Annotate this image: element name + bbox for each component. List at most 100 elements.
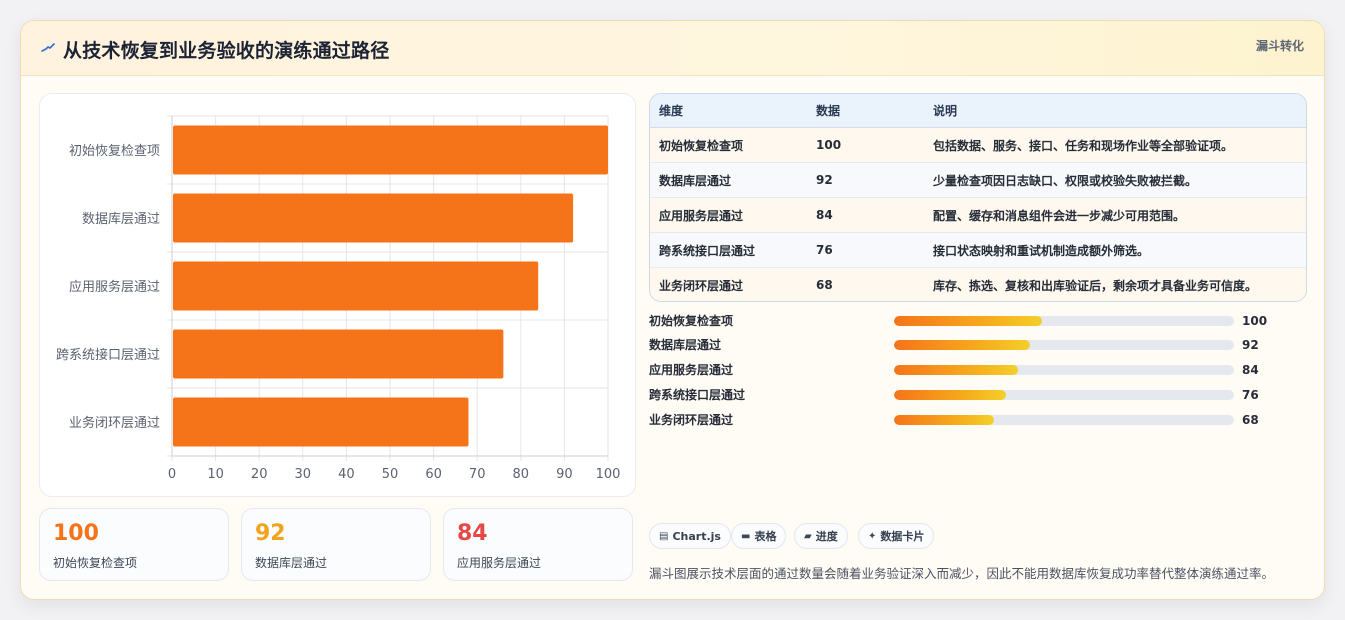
cell-dimension: 跨系统接口层通过: [650, 232, 807, 268]
progress-value: 76: [1242, 388, 1259, 402]
progress-label: 业务闭环层通过: [649, 413, 734, 427]
bar: [173, 261, 539, 311]
cell-description: 配置、缓存和消息组件会进一步减少可用范围。: [924, 197, 1306, 233]
bar: [173, 125, 608, 175]
table-row: 业务闭环层通过 68 库存、拣选、复核和出库验证后，剩余项才具备业务可信度。: [650, 267, 1306, 301]
y-tick-label: 初始恢复检查项: [69, 144, 160, 159]
column-header-dimension: 维度: [650, 94, 807, 128]
stat-value: 92: [255, 521, 286, 546]
chip-label: Chart.js: [672, 529, 721, 543]
page-title: 从技术恢复到业务验收的演练通过路径: [63, 40, 390, 62]
progress-track: [894, 340, 1234, 350]
stat-value: 100: [53, 521, 99, 546]
bar-chart: 初始恢复检查项数据库层通过应用服务层通过跨系统接口层通过业务闭环层通过 0 10 20…: [56, 115, 621, 482]
chip-label: 表格: [754, 530, 777, 543]
progress-row: 业务闭环层通过 68: [649, 411, 1305, 429]
progress-label: 跨系统接口层通过: [649, 388, 746, 402]
cell-dimension: 业务闭环层通过: [650, 267, 807, 301]
progress-value: 100: [1242, 314, 1268, 328]
cell-description: 包括数据、服务、接口、任务和现场作业等全部验证项。: [924, 127, 1306, 163]
stat-card-initial: 100 初始恢复检查项: [39, 508, 229, 581]
progress-row: 数据库层通过 92: [649, 336, 1305, 354]
y-tick-label: 跨系统接口层通过: [56, 347, 160, 363]
stat-label: 初始恢复检查项: [53, 556, 138, 570]
cell-dimension: 数据库层通过: [650, 162, 807, 198]
stat-label: 应用服务层通过: [457, 556, 542, 570]
progress-row: 应用服务层通过 84: [649, 361, 1305, 379]
x-tick-label: 10: [207, 467, 224, 482]
cell-description: 少量检查项因日志缺口、权限或校验失败被拦截。: [924, 162, 1306, 198]
progress-label: 数据库层通过: [649, 338, 722, 352]
x-tick-label: 60: [425, 467, 442, 482]
chip-progress[interactable]: ▰ 进度: [794, 523, 848, 549]
cell-value: 92: [807, 162, 924, 198]
chip-label: 数据卡片: [880, 530, 925, 543]
y-tick-label: 应用服务层通过: [69, 279, 160, 295]
column-header-description: 说明: [924, 94, 1306, 128]
progress-track: [894, 415, 1234, 425]
footnote: 漏斗图展示技术层面的通过数量会随着业务验证深入而减少，因此不能用数据库恢复成功率…: [649, 566, 1275, 581]
progress-label: 应用服务层通过: [649, 363, 734, 377]
bar: [173, 193, 574, 243]
table-row: 数据库层通过 92 少量检查项因日志缺口、权限或校验失败被拦截。: [650, 162, 1306, 198]
progress-track: [894, 365, 1234, 375]
y-tick-label: 业务闭环层通过: [69, 415, 160, 431]
table-icon: ▬: [741, 530, 751, 542]
cell-dimension: 应用服务层通过: [650, 197, 807, 233]
cell-value: 76: [807, 232, 924, 268]
chip-label: 进度: [815, 530, 838, 543]
sparkle-icon: ✦: [868, 530, 877, 542]
bar: [173, 329, 504, 379]
x-tick-label: 80: [513, 467, 530, 482]
column-header-value: 数据: [807, 94, 924, 128]
pulse-icon: [41, 43, 55, 52]
progress-value: 84: [1242, 363, 1259, 377]
progress-fill: [894, 415, 995, 425]
stat-card-app-service: 84 应用服务层通过: [443, 508, 633, 581]
table-row: 应用服务层通过 84 配置、缓存和消息组件会进一步减少可用范围。: [650, 197, 1306, 233]
cell-description: 接口状态映射和重试机制造成额外筛选。: [924, 232, 1306, 268]
progress-label: 初始恢复检查项: [649, 314, 734, 328]
cell-description: 库存、拣选、复核和出库验证后，剩余项才具备业务可信度。: [924, 267, 1306, 301]
progress-value: 92: [1242, 338, 1259, 352]
x-tick-label: 50: [382, 467, 399, 482]
x-tick-label: 40: [338, 467, 355, 482]
progress-fill: [894, 390, 1007, 400]
card-header: 从技术恢复到业务验收的演练通过路径 漏斗转化: [21, 21, 1324, 76]
chart-type-tag: 漏斗转化: [1255, 39, 1304, 53]
x-tick-label: 20: [251, 467, 268, 482]
table-header-row: 维度 数据 说明: [650, 94, 1306, 128]
x-tick-label: 90: [556, 467, 573, 482]
chip-table[interactable]: ▬ 表格: [731, 523, 787, 549]
cell-value: 100: [807, 127, 924, 163]
table-row: 初始恢复检查项 100 包括数据、服务、接口、任务和现场作业等全部验证项。: [650, 127, 1306, 163]
stat-value: 84: [457, 521, 488, 546]
chip-data-cards[interactable]: ✦ 数据卡片: [858, 523, 935, 549]
progress-track: [894, 316, 1234, 326]
cell-dimension: 初始恢复检查项: [650, 127, 807, 163]
bar: [173, 397, 469, 447]
progress-icon: ▰: [804, 530, 812, 542]
bar-chart-panel: 初始恢复检查项数据库层通过应用服务层通过跨系统接口层通过业务闭环层通过 0 10 20…: [39, 93, 636, 497]
progress-fill: [894, 365, 1019, 375]
progress-fill: [894, 340, 1030, 350]
x-tick-label: 70: [469, 467, 486, 482]
stat-card-database: 92 数据库层通过: [241, 508, 431, 581]
cell-value: 84: [807, 197, 924, 233]
x-tick-label: 0: [168, 467, 176, 482]
cell-value: 68: [807, 267, 924, 301]
progress-row: 初始恢复检查项 100: [649, 312, 1305, 330]
stat-label: 数据库层通过: [255, 556, 328, 570]
table-row: 跨系统接口层通过 76 接口状态映射和重试机制造成额外筛选。: [650, 232, 1306, 268]
progress-track: [894, 390, 1234, 400]
dashboard-card: 从技术恢复到业务验收的演练通过路径 漏斗转化 初始恢复检查项 数据库层通过 应用服务…: [20, 20, 1325, 600]
data-table: 维度 数据 说明 初始恢复检查项 100 包括数据、服务、接口、任务和现场作业等…: [649, 93, 1307, 302]
progress-value: 68: [1242, 413, 1259, 427]
x-tick-label: 30: [295, 467, 312, 482]
x-tick-label: 100: [596, 467, 621, 482]
progress-fill: [894, 316, 1042, 326]
chip-chartjs[interactable]: ▤ Chart.js: [649, 523, 731, 549]
y-tick-label: 数据库层通过: [82, 211, 160, 227]
chart-icon: ▤: [659, 530, 669, 542]
progress-row: 跨系统接口层通过 76: [649, 386, 1305, 404]
